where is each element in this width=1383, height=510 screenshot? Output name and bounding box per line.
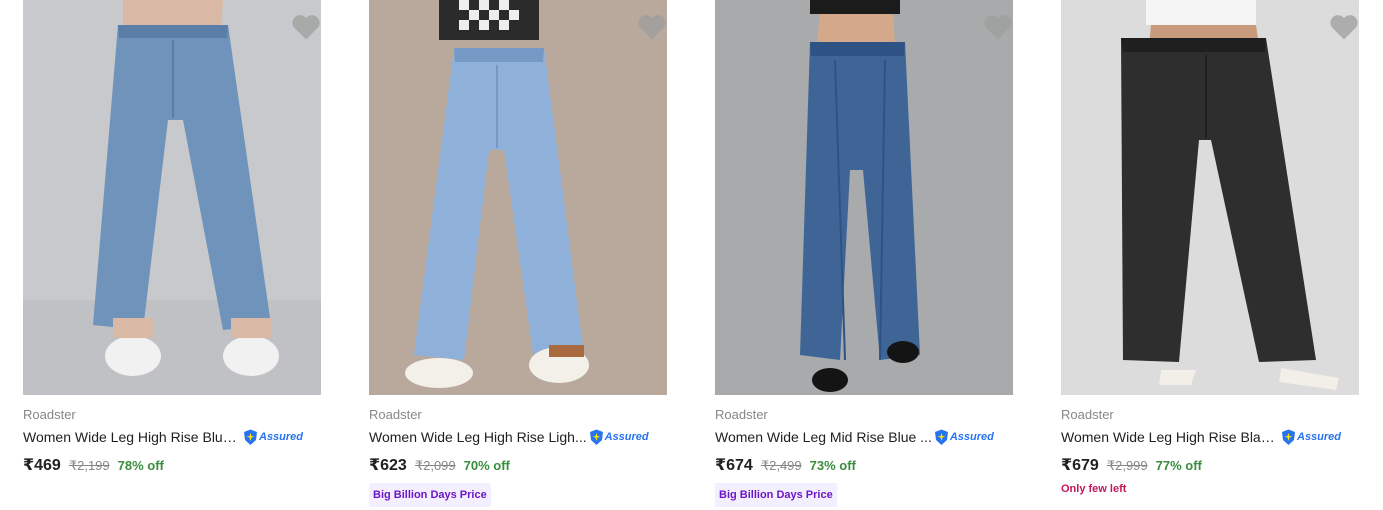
brand-name: Roadster [369,407,422,422]
wishlist-heart-icon[interactable] [983,13,1013,41]
product-title[interactable]: Women Wide Leg High Rise Blac... [1061,428,1279,446]
product-title[interactable]: Women Wide Leg High Rise Blue... [23,428,241,446]
product-image[interactable] [1061,0,1359,395]
assured-badge: Assured [934,429,994,446]
product-image[interactable] [715,0,1013,395]
selling-price: ₹469 [23,457,61,474]
assured-label: Assured [259,431,304,443]
discount-percent: 78% off [117,458,164,473]
assured-label: Assured [604,431,649,443]
product-card-4[interactable]: Roadster Women Wide Leg High Rise Blac..… [1061,0,1359,510]
product-title[interactable]: Women Wide Leg High Rise Ligh... [369,428,587,446]
product-card-2[interactable]: Roadster Women Wide Leg High Rise Ligh..… [369,0,667,510]
shield-plus-icon [589,429,603,445]
brand-name: Roadster [1061,407,1114,422]
assured-badge: Assured [1281,429,1341,446]
wishlist-heart-icon[interactable] [637,13,667,41]
brand-name: Roadster [715,407,768,422]
original-price: ₹2,199 [68,458,110,473]
shield-plus-icon [934,429,948,445]
product-card-1[interactable]: Roadster Women Wide Leg High Rise Blue..… [23,0,321,510]
brand-name: Roadster [23,407,76,422]
product-image[interactable] [369,0,667,395]
product-image[interactable] [23,0,321,395]
shield-plus-icon [244,429,257,445]
product-card-3[interactable]: Roadster Women Wide Leg Mid Rise Blue ..… [715,0,1013,510]
assured-label: Assured [949,431,994,443]
assured-badge: Assured [589,429,649,446]
offer-badge: Big Billion Days Price [715,483,837,507]
selling-price: ₹674 [715,457,753,474]
original-price: ₹2,499 [760,458,802,473]
assured-badge: Assured [243,429,303,446]
shield-plus-icon [1282,429,1295,445]
wishlist-heart-icon[interactable] [291,13,321,41]
wishlist-heart-icon[interactable] [1329,13,1359,41]
discount-percent: 70% off [463,458,510,473]
original-price: ₹2,999 [1106,458,1148,473]
selling-price: ₹623 [369,457,407,474]
original-price: ₹2,099 [414,458,456,473]
assured-label: Assured [1297,431,1342,443]
selling-price: ₹679 [1061,457,1099,474]
discount-percent: 73% off [809,458,856,473]
discount-percent: 77% off [1155,458,1202,473]
offer-badge: Big Billion Days Price [369,483,491,507]
stock-status: Only few left [1061,483,1127,495]
product-title[interactable]: Women Wide Leg Mid Rise Blue ... [715,428,932,446]
